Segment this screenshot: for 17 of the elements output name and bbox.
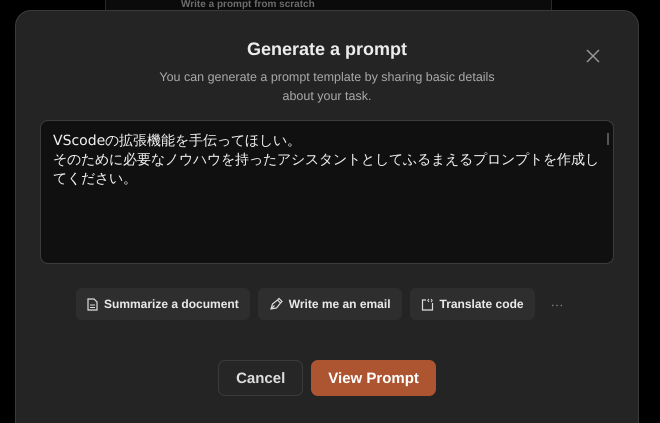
- pen-icon: [268, 297, 283, 311]
- suggestion-chip[interactable]: Summarize a document: [76, 288, 250, 320]
- view-prompt-button[interactable]: View Prompt: [311, 360, 436, 396]
- suggestion-chip[interactable]: Write me an email: [258, 288, 402, 320]
- close-icon[interactable]: [586, 49, 600, 63]
- document-icon: [87, 298, 98, 310]
- cancel-button[interactable]: Cancel: [218, 360, 304, 396]
- dialog-title: Generate a prompt: [246, 39, 408, 60]
- suggestion-chip[interactable]: Translate code: [410, 288, 535, 320]
- more-button[interactable]: ···: [542, 296, 572, 312]
- prompt-input-field[interactable]: VScodeの拡張機能を手伝ってほしい。 そのために必要なノウハウを持ったアシスタントとしてふるまえるプロンプトを作成してください。: [40, 120, 614, 264]
- dialog-subtitle: You can generate a prompt template by sharing basic details about your task.: [158, 69, 496, 105]
- code-icon: [420, 298, 434, 310]
- page-heading: Write a prompt from scratch: [181, 0, 315, 10]
- prompt-text: VScodeの拡張機能を手伝ってほしい。: [53, 132, 302, 151]
- prompt-text: そのために必要なノウハウを持ったアシスタントとしてふるまえるプロンプトを作成してください。: [53, 151, 600, 189]
- scrollbar: [607, 133, 609, 145]
